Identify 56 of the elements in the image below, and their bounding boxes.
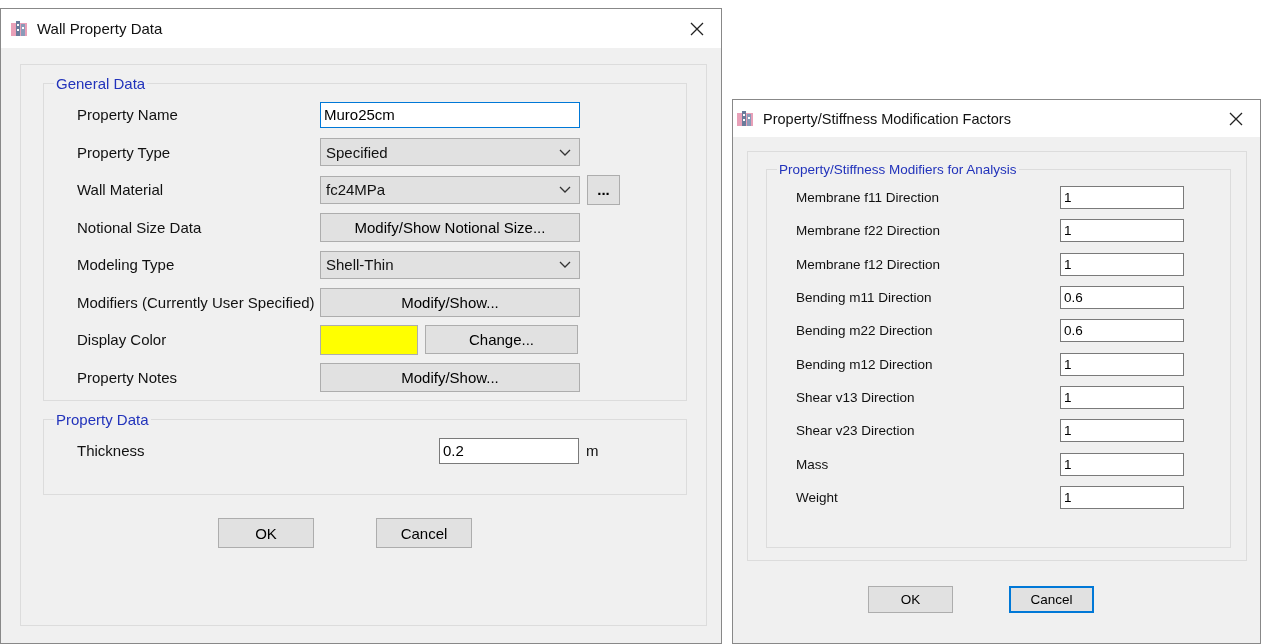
field-label: Property Name — [76, 106, 179, 124]
field-label: Wall Material — [76, 181, 165, 199]
field-label: Shear v23 Direction — [795, 423, 916, 439]
field-label: Notional Size Data — [76, 218, 203, 236]
window-title: Wall Property Data — [37, 20, 164, 37]
field-label: Bending m12 Direction — [795, 356, 934, 372]
browse-button[interactable]: ... — [587, 174, 620, 205]
dialog-button[interactable]: Cancel — [1009, 586, 1094, 613]
field-label: Membrane f12 Direction — [795, 256, 942, 272]
chevron-down-icon — [559, 148, 571, 156]
field-label: Shear v13 Direction — [795, 389, 916, 405]
input-field[interactable]: 0.6 — [1060, 319, 1184, 343]
dropdown[interactable]: Specified — [320, 138, 580, 167]
field-label: Property Notes — [76, 368, 179, 386]
field-label: Membrane f11 Direction — [795, 190, 941, 206]
dialog-button[interactable]: Cancel — [376, 518, 472, 548]
input-field[interactable]: Muro25cm — [320, 101, 580, 128]
group-title: Property/Stiffness Modifiers for Analysis — [778, 162, 1018, 177]
chevron-down-icon — [559, 186, 571, 194]
app-icon — [737, 109, 755, 128]
field-label: Bending m22 Direction — [795, 323, 934, 339]
field-label: Modeling Type — [76, 256, 176, 274]
dropdown[interactable]: fc24MPa — [320, 175, 580, 204]
input-field[interactable]: 0.2 — [439, 437, 579, 464]
input-field[interactable]: 1 — [1060, 352, 1184, 376]
input-field[interactable]: 1 — [1060, 452, 1184, 476]
chevron-down-icon — [559, 261, 571, 269]
input-field[interactable]: 1 — [1060, 252, 1184, 276]
group-title: Property Data — [55, 411, 150, 428]
close-icon — [1229, 111, 1243, 126]
window-title: Property/Stiffness Modification Factors — [763, 110, 1012, 127]
dialog-button[interactable]: OK — [868, 586, 953, 613]
unit-label: m — [586, 442, 599, 460]
input-field[interactable]: 0.6 — [1060, 286, 1184, 310]
dialog-button[interactable]: OK — [218, 518, 314, 548]
action-button[interactable]: Modify/Show... — [320, 362, 580, 392]
app-icon — [11, 19, 29, 38]
field-label: Property Type — [76, 143, 172, 161]
close-icon — [690, 21, 704, 36]
input-field[interactable]: 1 — [1060, 485, 1184, 509]
group-title: General Data — [55, 75, 147, 92]
field-label: Bending m11 Direction — [795, 290, 933, 306]
change-button[interactable]: Change... — [425, 325, 578, 355]
field-label: Modifiers (Currently User Specified) — [76, 293, 316, 311]
field-label: Thickness — [76, 442, 146, 460]
input-field[interactable]: 1 — [1060, 219, 1184, 243]
field-label: Mass — [795, 456, 830, 472]
action-button[interactable]: Modify/Show Notional Size... — [320, 212, 580, 242]
action-button[interactable]: Modify/Show... — [320, 287, 580, 317]
dropdown[interactable]: Shell-Thin — [320, 250, 580, 279]
field-label: Membrane f22 Direction — [795, 223, 942, 239]
field-label: Display Color — [76, 331, 168, 349]
field-label: Weight — [795, 489, 839, 505]
input-field[interactable]: 1 — [1060, 385, 1184, 409]
input-field[interactable]: 1 — [1060, 186, 1184, 210]
input-field[interactable]: 1 — [1060, 419, 1184, 443]
